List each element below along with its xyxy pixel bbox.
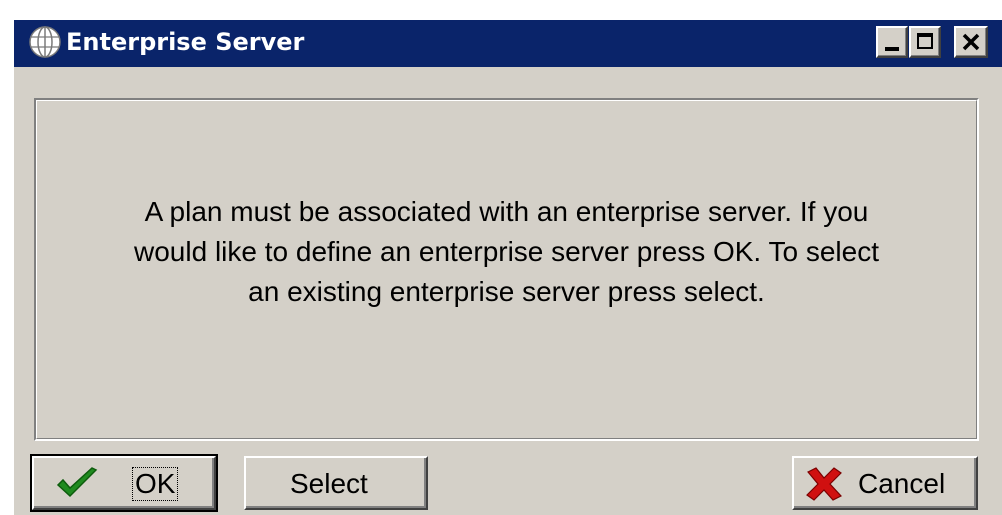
close-icon: [962, 33, 980, 51]
message-panel: A plan must be associated with an enterp…: [34, 98, 979, 441]
message-text: A plan must be associated with an enterp…: [134, 196, 879, 307]
title-bar[interactable]: Enterprise Server: [14, 20, 1002, 67]
globe-icon: [29, 26, 61, 58]
maximize-icon: [917, 33, 933, 49]
cancel-button[interactable]: Cancel: [792, 456, 978, 510]
cancel-button-label: Cancel: [858, 468, 946, 499]
minimize-button[interactable]: [876, 26, 908, 58]
checkmark-icon: [56, 467, 98, 498]
ok-button-label: OK: [132, 467, 179, 501]
select-button[interactable]: Select: [244, 456, 428, 510]
maximize-button[interactable]: [909, 26, 941, 58]
close-button[interactable]: [954, 26, 988, 58]
window-title: Enterprise Server: [66, 28, 305, 56]
dialog-window: Enterprise Server A plan must be associa…: [14, 20, 1002, 515]
ok-button[interactable]: OK: [30, 454, 218, 512]
select-button-label: Select: [290, 468, 368, 499]
minimize-icon: [885, 47, 899, 51]
red-x-icon: [806, 467, 842, 501]
